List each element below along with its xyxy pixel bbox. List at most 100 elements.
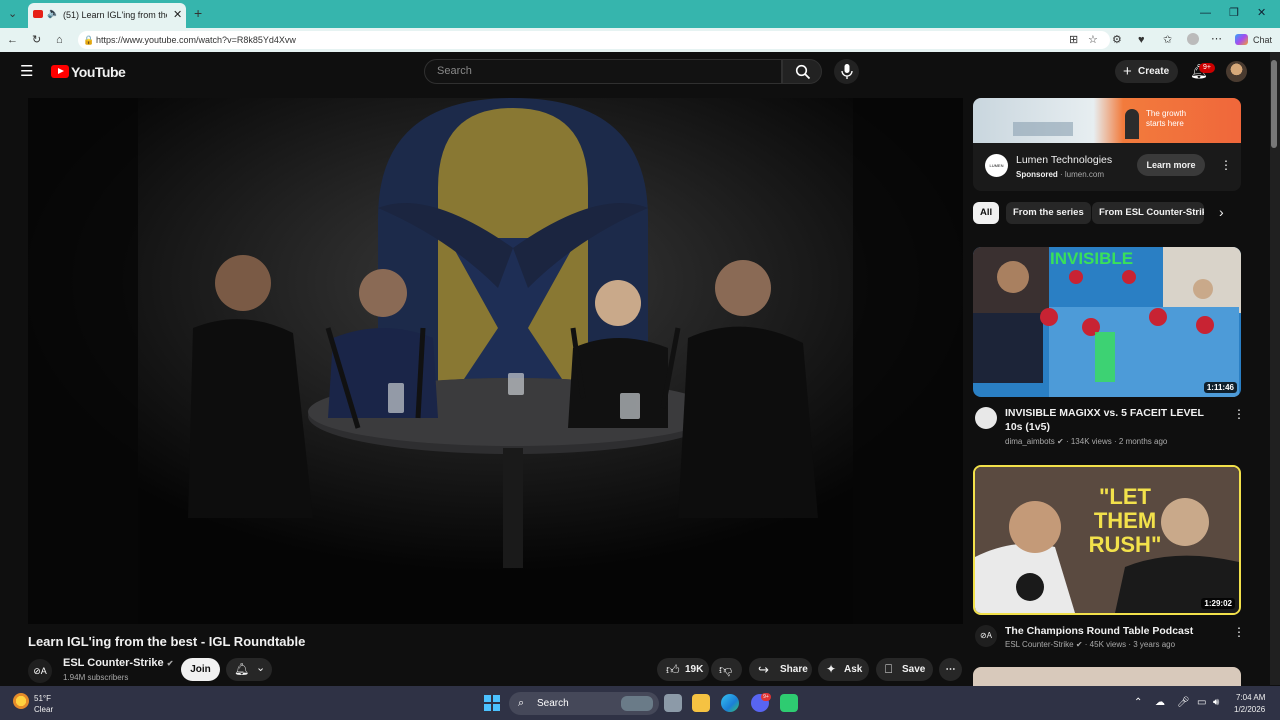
refresh-icon[interactable]: ↻	[32, 34, 41, 46]
browser-essentials-icon[interactable]: ♥	[1138, 34, 1145, 46]
ad-card[interactable]: The growth starts here LUMEN Lumen Techn…	[973, 98, 1241, 191]
related-channel-avatar[interactable]: ⊘A	[975, 625, 997, 647]
related-video-title[interactable]: INVISIBLE MAGIXX vs. 5 FACEIT LEVEL 10s …	[1005, 406, 1223, 434]
new-tab-icon[interactable]: +	[194, 6, 202, 20]
chat-label[interactable]: Chat	[1253, 34, 1272, 46]
bookmark-icon: ⎕	[885, 662, 893, 676]
related-video-title[interactable]: The Champions Round Table Podcast	[1005, 624, 1223, 638]
windows-start-icon[interactable]	[484, 695, 500, 711]
chip-all[interactable]: All	[973, 202, 1000, 224]
channel-avatar[interactable]: ⊘A	[28, 659, 52, 683]
close-tab-icon[interactable]: ✕	[173, 8, 182, 21]
youtube-play-icon	[58, 68, 64, 74]
profile-icon[interactable]	[1187, 33, 1199, 45]
task-view-icon[interactable]	[664, 694, 682, 712]
channel-name[interactable]: ESL Counter-Strike ✔	[63, 657, 173, 669]
youtube-logo-text[interactable]: YouTube	[71, 64, 126, 80]
scrollbar-thumb[interactable]	[1271, 60, 1277, 148]
extensions-icon[interactable]: ⚙	[1112, 34, 1122, 46]
network-icon[interactable]: ▭	[1197, 697, 1206, 708]
close-window-icon[interactable]: ✕	[1257, 7, 1266, 19]
ask-label: Ask	[844, 664, 863, 675]
url-field[interactable]: 🔒 https://www.youtube.com/watch?v=R8k85Y…	[78, 31, 1110, 49]
ask-button[interactable]: ✦ Ask	[818, 658, 869, 681]
related-menu-icon[interactable]: ⋮	[1233, 626, 1245, 638]
dislike-button[interactable]: 👎︎	[711, 658, 742, 681]
chip-from-series[interactable]: From the series	[1006, 202, 1091, 224]
favorite-star-icon[interactable]: ☆	[1088, 34, 1098, 46]
onedrive-cloud-icon[interactable]: ☁	[1155, 697, 1165, 708]
share-button[interactable]: ↪ Share	[749, 658, 812, 681]
weather-icon[interactable]	[13, 693, 29, 709]
share-icon: ↪	[758, 662, 769, 677]
create-button[interactable]: + Create	[1115, 60, 1178, 83]
chip-from-channel[interactable]: From ESL Counter-Strike	[1092, 202, 1204, 224]
edge-browser-icon[interactable]	[721, 694, 739, 712]
related-thumbnail[interactable]: "LET THEM RUSH" 1:29:02	[973, 465, 1241, 615]
sparkle-icon: ✦	[826, 662, 837, 676]
search-button[interactable]	[782, 59, 822, 84]
related-thumbnail[interactable]	[973, 667, 1241, 686]
related-thumbnail[interactable]: INVISIBLE 1:11:46	[973, 247, 1241, 397]
clock-date[interactable]: 1/2/2026	[1234, 705, 1265, 714]
file-explorer-icon[interactable]	[692, 694, 710, 712]
ad-headline: The growth starts here	[1146, 109, 1187, 128]
browser-tab[interactable]: 🔈 (51) Learn IGL'ing from the be ✕	[28, 3, 186, 28]
save-label: Save	[902, 664, 926, 675]
ad-menu-icon[interactable]: ⋮	[1220, 159, 1232, 171]
weather-desc[interactable]: Clear	[34, 705, 53, 714]
bell-icon: 🔔︎	[234, 662, 250, 676]
browser-tab-bar	[0, 0, 1280, 28]
thumbs-down-icon: 👎︎	[719, 662, 733, 677]
url-text: https://www.youtube.com/watch?v=R8k85Yd4…	[96, 35, 296, 45]
save-button[interactable]: ⎕ Save	[876, 658, 933, 681]
app-available-icon[interactable]: ⊞	[1069, 34, 1078, 46]
taskbar-search[interactable]: ⌕ Search	[509, 692, 659, 715]
related-menu-icon[interactable]: ⋮	[1233, 408, 1245, 420]
restore-icon[interactable]: ❐	[1229, 7, 1239, 19]
voice-search-button[interactable]	[834, 59, 859, 84]
favorites-icon[interactable]: ✩	[1163, 34, 1172, 46]
clock-time[interactable]: 7:04 AM	[1236, 693, 1265, 702]
ad-office-figure	[1013, 122, 1073, 136]
account-avatar[interactable]	[1226, 61, 1247, 82]
back-icon[interactable]: ←	[7, 34, 18, 46]
app-icon[interactable]	[780, 694, 798, 712]
verified-icon: ✔ ·	[1075, 640, 1090, 649]
tray-chevron-up-icon[interactable]: ⌃	[1134, 697, 1142, 708]
ad-domain: lumen.com	[1064, 170, 1105, 179]
ad-person-figure	[1125, 109, 1139, 139]
chevron-right-icon[interactable]: ›	[1219, 204, 1224, 220]
menu-icon[interactable]: ☰	[20, 64, 33, 79]
discord-badge: 9+	[761, 693, 771, 701]
youtube-favicon-icon	[33, 10, 43, 18]
ad-banner-image: The growth starts here	[973, 98, 1241, 143]
channel-name-text: ESL Counter-Strike	[63, 657, 164, 669]
tab-actions-icon[interactable]: ⌄	[8, 8, 17, 20]
notification-badge: 9+	[1199, 63, 1215, 73]
subscription-bell-button[interactable]: 🔔︎ ⌄	[226, 658, 272, 681]
chevron-down-icon: ⌄	[256, 662, 266, 674]
weather-temp[interactable]: 51°F	[34, 694, 51, 703]
search-input[interactable]: Search	[424, 59, 782, 84]
copilot-icon[interactable]	[1235, 34, 1248, 45]
verified-icon: ✔ ·	[1057, 437, 1071, 446]
more-options-icon[interactable]: ⋯	[1211, 33, 1222, 45]
related-channel-name[interactable]: dima_aimbots	[1005, 437, 1055, 446]
speaker-icon[interactable]: 🔈	[47, 8, 59, 19]
like-button[interactable]: 👍︎ 19K	[657, 658, 709, 681]
more-actions-button[interactable]: ⋯	[939, 658, 962, 681]
join-button[interactable]: Join	[181, 658, 220, 681]
microphone-tray-icon[interactable]: 🎤︎	[1177, 697, 1190, 708]
related-channel-name[interactable]: ESL Counter-Strike	[1005, 640, 1074, 649]
video-player[interactable]	[28, 98, 963, 624]
minimize-icon[interactable]: —	[1200, 7, 1211, 19]
home-icon[interactable]: ⌂	[56, 34, 63, 46]
related-channel-avatar[interactable]	[975, 407, 997, 429]
video-duration: 1:29:02	[1201, 598, 1235, 609]
ad-cta-button[interactable]: Learn more	[1137, 154, 1205, 176]
related-views: 134K views	[1070, 437, 1112, 446]
verified-icon: ✔	[166, 659, 174, 668]
sponsored-label: Sponsored	[1016, 170, 1058, 179]
volume-icon[interactable]: 🔊︎	[1213, 697, 1219, 708]
